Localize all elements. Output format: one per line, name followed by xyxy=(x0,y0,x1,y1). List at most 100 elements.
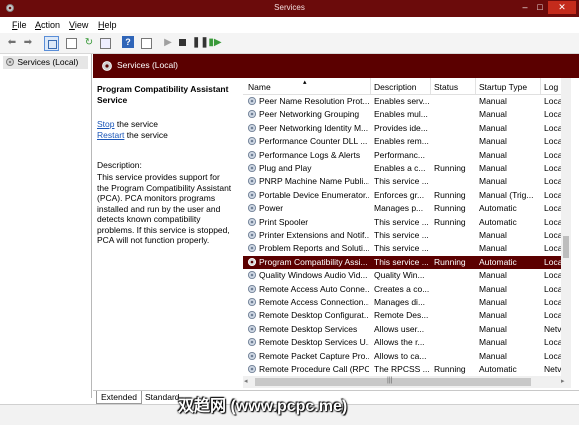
menu-bar: File Action View Help xyxy=(0,17,579,33)
properties-icon[interactable] xyxy=(139,36,153,50)
refresh-icon[interactable]: ↻ xyxy=(82,36,96,50)
cell-name: Quality Windows Audio Vid... xyxy=(259,270,368,281)
cell-name: Peer Name Resolution Prot... xyxy=(259,96,369,106)
close-button[interactable]: ✕ xyxy=(548,1,576,14)
cell-status: Running xyxy=(434,189,466,200)
stop-suffix: the service xyxy=(114,119,158,129)
cell-log-on-as: Loca xyxy=(544,230,561,240)
description-text: This service provides support for the Pr… xyxy=(97,172,232,245)
cell-name: Remote Access Auto Conne... xyxy=(259,283,369,294)
console-tree: Services (Local) xyxy=(0,54,92,398)
column-header-startup-type[interactable]: Startup Type xyxy=(479,82,527,92)
column-separator[interactable] xyxy=(370,78,371,94)
title-bar: Services – □ ✕ xyxy=(0,0,579,17)
table-row[interactable]: Power Manages p... Running Automatic Loca xyxy=(243,202,561,215)
table-row[interactable]: Performance Logs & Alerts Performanc... Ma… xyxy=(243,149,561,162)
tree-item-services-local[interactable]: Services (Local) xyxy=(5,57,78,69)
menu-help[interactable]: Help xyxy=(98,20,117,30)
scroll-left-icon[interactable]: ◂ xyxy=(244,377,248,385)
table-row[interactable]: Remote Access Connection... Manages di...… xyxy=(243,296,561,309)
table-row[interactable]: Performance Counter DLL ... Enables rem..… xyxy=(243,135,561,148)
column-separator[interactable] xyxy=(430,78,431,94)
service-gear-icon xyxy=(247,163,257,173)
vertical-scroll-thumb[interactable] xyxy=(563,236,569,258)
column-header-description[interactable]: Description xyxy=(374,82,417,92)
cell-startup-type: Automatic xyxy=(479,256,517,267)
minimize-button[interactable]: – xyxy=(518,1,532,14)
export-list-icon[interactable] xyxy=(98,36,112,50)
cell-log-on-as: Loca xyxy=(544,96,561,106)
table-row[interactable]: Remote Desktop Services Allows user... Man… xyxy=(243,323,561,336)
cell-log-on-as: Loca xyxy=(544,243,561,254)
cell-startup-type: Manual xyxy=(479,96,507,106)
cell-description: Enforces gr... xyxy=(374,189,425,200)
help-icon[interactable]: ? xyxy=(122,36,134,48)
cell-description: The RPCSS ... xyxy=(374,364,430,374)
menu-file[interactable]: File xyxy=(12,20,27,30)
stop-service-icon[interactable] xyxy=(176,36,190,50)
cell-startup-type: Manual xyxy=(479,283,507,294)
cell-name: Power xyxy=(259,203,284,214)
table-row[interactable]: Portable Device Enumerator... Enforces gr… xyxy=(243,189,561,202)
cell-description: Quality Win... xyxy=(374,270,425,281)
maximize-button[interactable]: □ xyxy=(533,1,547,14)
details-view-icon[interactable] xyxy=(64,36,78,50)
table-row[interactable]: Remote Procedure Call (RPC) The RPCSS ...… xyxy=(243,363,561,376)
cell-startup-type: Manual xyxy=(479,122,507,133)
column-header-status[interactable]: Status xyxy=(434,82,458,92)
cell-status: Running xyxy=(434,163,466,173)
cell-startup-type: Manual xyxy=(479,176,507,187)
cell-description: This service ... xyxy=(374,243,429,254)
column-separator[interactable] xyxy=(540,78,541,94)
cell-startup-type: Manual xyxy=(479,149,507,160)
cell-log-on-as: Netv xyxy=(544,323,561,334)
stop-link[interactable]: Stop xyxy=(97,119,115,129)
table-row[interactable]: Quality Windows Audio Vid... Quality Win.… xyxy=(243,269,561,282)
table-row[interactable]: Printer Extensions and Notif... This serv… xyxy=(243,229,561,242)
menu-action[interactable]: Action xyxy=(35,20,60,30)
service-gear-icon xyxy=(247,150,257,159)
cell-description: Allows to ca... xyxy=(374,350,427,361)
cell-startup-type: Manual xyxy=(479,230,507,240)
table-row[interactable]: Peer Networking Identity M... Provides id… xyxy=(243,122,561,135)
tab-extended[interactable]: Extended xyxy=(96,391,142,404)
cell-name: Remote Access Connection... xyxy=(259,297,369,307)
table-row[interactable]: Remote Access Auto Conne... Creates a co.… xyxy=(243,283,561,296)
table-row[interactable]: Remote Packet Capture Pro... Allows to ca… xyxy=(243,350,561,363)
toolbar: ⬅ ➡ ↻ ? ▶ ❚❚ ▮▶ xyxy=(0,33,579,54)
table-row-selected[interactable]: Program Compatibility Assi... This servic… xyxy=(243,255,561,269)
horizontal-scrollbar[interactable]: ◂ ||| ▸ xyxy=(243,376,571,388)
show-console-tree-icon[interactable] xyxy=(44,36,59,51)
column-header-log-on-as[interactable]: Log xyxy=(544,82,558,92)
service-gear-icon xyxy=(247,96,257,106)
vertical-scrollbar[interactable] xyxy=(561,78,571,376)
scroll-right-icon[interactable]: ▸ xyxy=(561,377,565,385)
horizontal-scroll-thumb[interactable]: ||| xyxy=(255,377,531,386)
pause-service-icon[interactable]: ❚❚ xyxy=(192,36,209,50)
cell-description: Allows user... xyxy=(374,323,425,334)
cell-startup-type: Manual xyxy=(479,323,507,334)
forward-arrow-icon[interactable]: ➡ xyxy=(21,36,35,50)
restart-link[interactable]: Restart xyxy=(97,130,124,140)
cell-name: Print Spooler xyxy=(259,216,309,227)
table-row[interactable]: Problem Reports and Soluti... This servic… xyxy=(243,242,561,255)
column-header-name[interactable]: Name xyxy=(248,82,271,92)
cell-name: Problem Reports and Soluti... xyxy=(259,243,369,254)
start-service-icon[interactable]: ▶ xyxy=(161,36,175,50)
menu-view[interactable]: View xyxy=(69,20,88,30)
table-row[interactable]: Print Spooler This service ... Running Auto… xyxy=(243,216,561,229)
restart-suffix: the service xyxy=(124,130,168,140)
table-row[interactable]: PNRP Machine Name Publi... This service .… xyxy=(243,175,561,188)
back-arrow-icon[interactable]: ⬅ xyxy=(5,36,19,50)
column-separator[interactable] xyxy=(475,78,476,94)
cell-log-on-as: Loca xyxy=(544,122,561,133)
table-row[interactable]: Peer Networking Grouping Enables mul... Ma… xyxy=(243,108,561,121)
services-list: Name ▴ Description Status Startup Type L… xyxy=(243,78,561,376)
cell-log-on-as: Loca xyxy=(544,149,561,160)
table-row[interactable]: Remote Desktop Services U... Allows the r… xyxy=(243,336,561,349)
table-row[interactable]: Peer Name Resolution Prot... Enables serv… xyxy=(243,95,561,108)
table-row[interactable]: Plug and Play Enables a c... Running Manual… xyxy=(243,162,561,175)
cell-startup-type: Manual (Trig... xyxy=(479,189,534,200)
restart-service-icon[interactable]: ▮▶ xyxy=(208,36,222,50)
table-row[interactable]: Remote Desktop Configurat... Remote Des..… xyxy=(243,309,561,322)
